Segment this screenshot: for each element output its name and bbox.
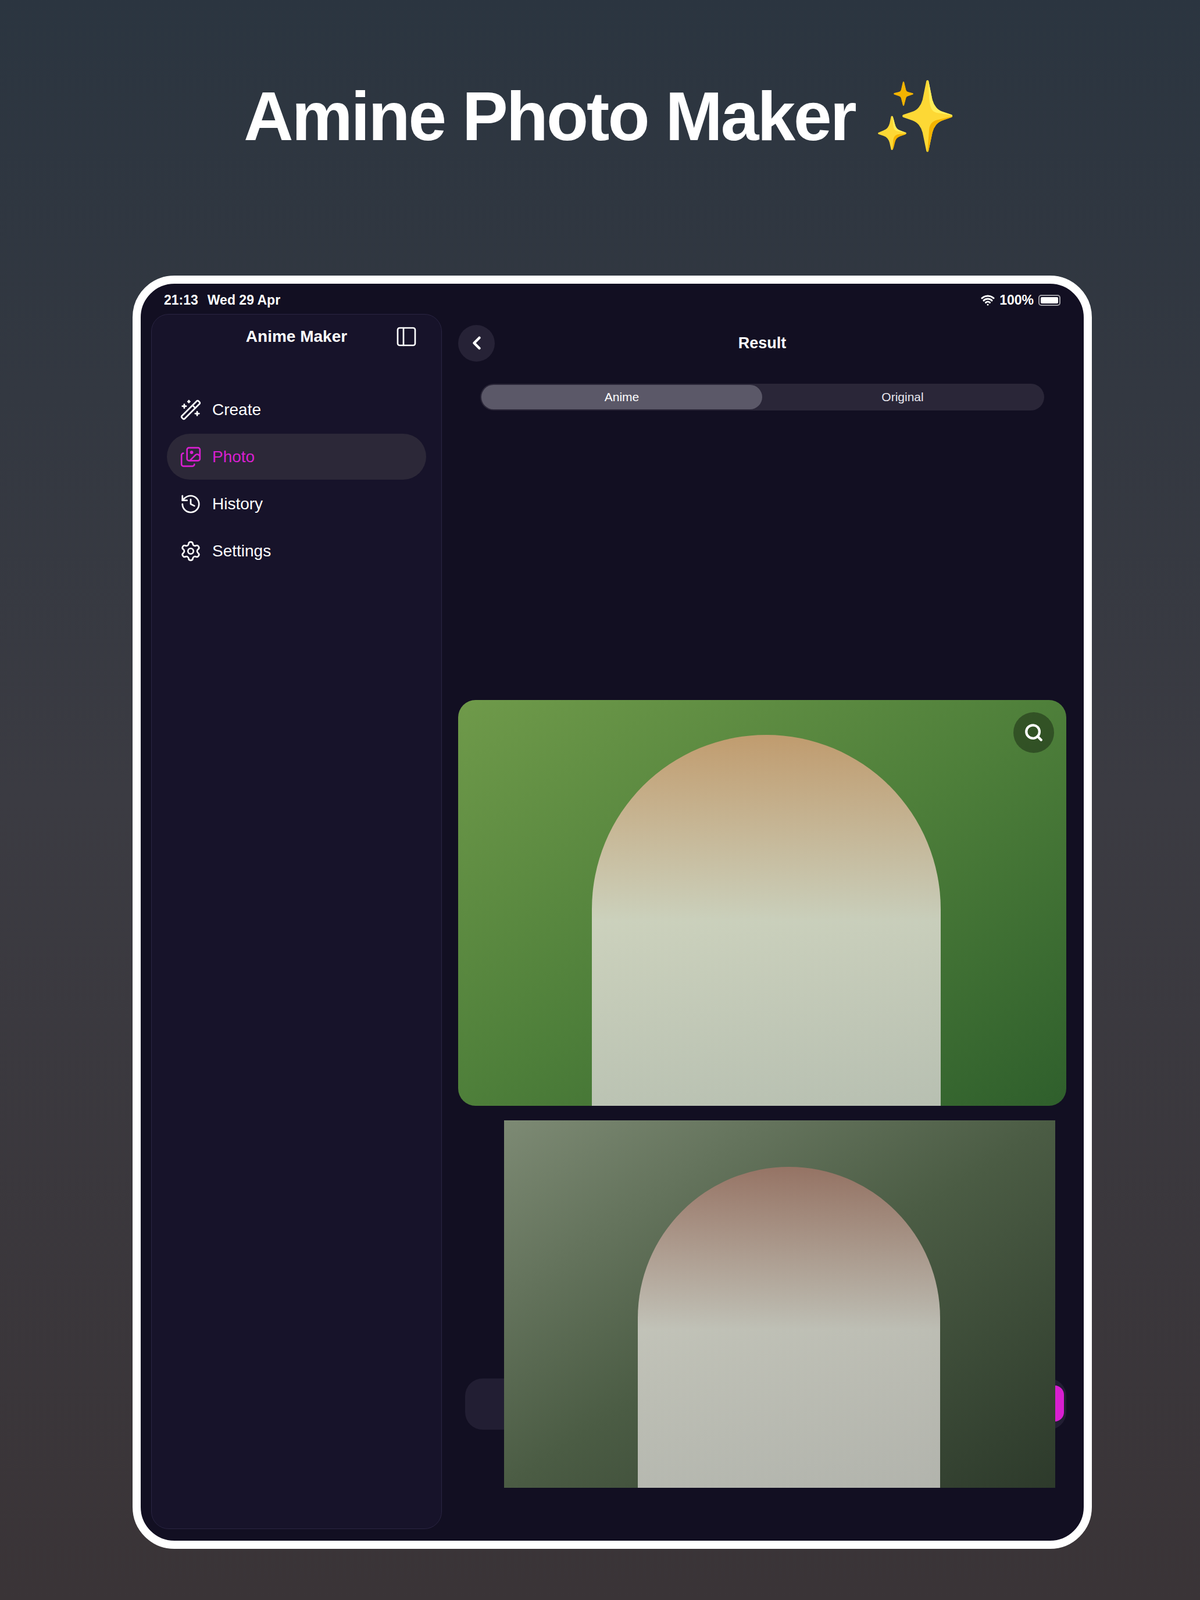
- date: Wed 29 Apr: [207, 290, 281, 311]
- original-wrapper: [458, 1120, 1067, 1488]
- sidebar: Anime Maker Create Photo History Settings: [151, 313, 442, 1530]
- original-subject: [637, 1166, 941, 1488]
- spacer: [458, 410, 1067, 700]
- sidebar-item[interactable]: Settings: [166, 527, 427, 574]
- status-right: 100%: [980, 290, 1061, 311]
- sidebar-item-label: Create: [212, 397, 262, 423]
- main: Result AnimeOriginal: [441, 313, 1084, 1530]
- hidden-action-accent: [1054, 1385, 1064, 1422]
- status-bar: 21:13 Wed 29 Apr 100%: [140, 283, 1084, 314]
- hero: Amine Photo Maker ✨: [0, 0, 1200, 276]
- sidebar-item[interactable]: Photo: [166, 433, 427, 480]
- history-icon: [179, 493, 202, 516]
- time: 21:13: [163, 290, 199, 311]
- sidebar-toggle-icon[interactable]: [394, 325, 419, 349]
- anime-image: [458, 700, 1067, 1106]
- anime-subject: [591, 734, 941, 1106]
- sidebar-item[interactable]: History: [166, 480, 427, 527]
- gear-icon: [179, 540, 202, 563]
- content: Anime Maker Create Photo History Settings Res…: [140, 313, 1084, 1541]
- sidebar-item-label: Photo: [212, 444, 255, 470]
- segmented-control: AnimeOriginal: [480, 383, 1045, 411]
- sidebar-title: Anime Maker: [245, 324, 348, 349]
- result-header: Result: [458, 313, 1067, 373]
- sidebar-item-label: Settings: [212, 538, 271, 564]
- wand-icon: [179, 398, 202, 421]
- sidebar-list: Create Photo History Settings: [166, 386, 427, 574]
- battery-icon: [1038, 294, 1061, 306]
- sidebar-item[interactable]: Create: [166, 386, 427, 433]
- zoom-button[interactable]: [1013, 712, 1055, 753]
- back-button[interactable]: [458, 325, 495, 362]
- segment[interactable]: Original: [762, 384, 1044, 410]
- photo-icon: [179, 445, 202, 469]
- result-title: Result: [738, 331, 787, 356]
- search-icon: [1023, 722, 1044, 743]
- sidebar-item-label: History: [212, 491, 263, 517]
- wifi-icon: [980, 293, 995, 307]
- sidebar-header: Anime Maker: [166, 315, 427, 358]
- status-time: 21:13 Wed 29 Apr: [163, 290, 281, 311]
- segment[interactable]: Anime: [481, 384, 763, 410]
- app-store-screenshot: Amine Photo Maker ✨21:13Wed 29 Apr100%An…: [0, 0, 1200, 1600]
- battery-text: 100%: [999, 290, 1034, 311]
- battery-fill: [1040, 297, 1059, 304]
- device-frame: 21:13 Wed 29 Apr 100% Anime Maker Create Phot…: [132, 275, 1092, 1549]
- chevron-left-icon: [466, 332, 488, 354]
- original-image: [504, 1120, 1056, 1488]
- hero-title: Amine Photo Maker ✨: [243, 81, 956, 151]
